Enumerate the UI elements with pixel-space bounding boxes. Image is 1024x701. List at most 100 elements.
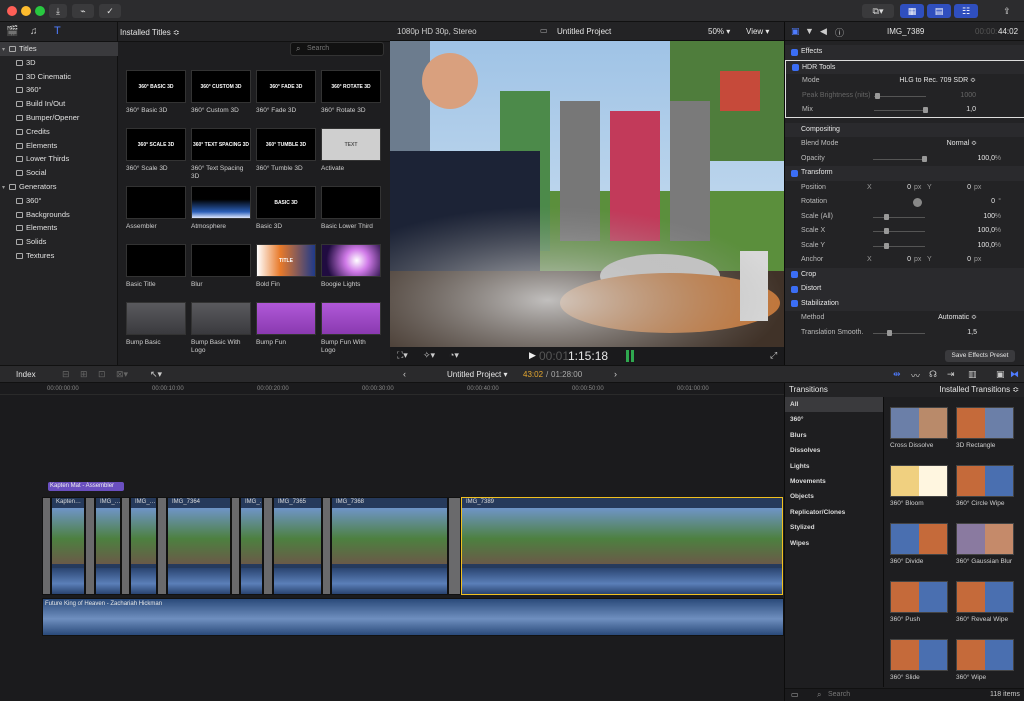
param-value[interactable]: 0 bbox=[991, 195, 995, 210]
param-value[interactable]: 0 bbox=[957, 181, 971, 196]
gap-clip[interactable] bbox=[42, 497, 51, 595]
video-clip[interactable]: IMG_… bbox=[95, 497, 121, 595]
transition-category[interactable]: Wipes bbox=[785, 536, 883, 551]
search-input[interactable]: ⌕ Search bbox=[290, 42, 384, 56]
inspector-section[interactable]: Stabilization bbox=[785, 296, 1024, 311]
snapping-icon[interactable]: ⇥ bbox=[947, 369, 955, 380]
title-tile[interactable]: 360° BASIC 3D 360° Basic 3D bbox=[126, 70, 186, 115]
gap-clip[interactable] bbox=[448, 497, 461, 595]
title-tile[interactable]: Basic Title bbox=[126, 244, 186, 289]
sidebar-item[interactable]: Build In/Out bbox=[0, 97, 118, 111]
inspector-param[interactable]: Translation Smooth. 1,5 bbox=[785, 326, 1024, 341]
workspace-button[interactable]: ⧉▾ bbox=[862, 4, 894, 18]
title-tile[interactable]: BASIC 3D Basic 3D bbox=[256, 186, 316, 231]
sidebar-item[interactable]: ▾ Titles bbox=[0, 42, 118, 56]
slider-knob[interactable] bbox=[884, 228, 889, 234]
slider-knob[interactable] bbox=[921, 155, 927, 162]
sidebar-item[interactable]: Lower Thirds bbox=[0, 152, 118, 166]
inspector-section[interactable]: HDR Tools bbox=[785, 59, 1024, 74]
title-tile[interactable]: Bump Basic With Logo bbox=[191, 302, 251, 355]
transition-category[interactable]: Replicator/Clones bbox=[785, 505, 883, 520]
param-value[interactable]: 0 bbox=[897, 253, 911, 268]
insert-clip-icon[interactable]: ⊞ bbox=[80, 369, 88, 380]
inspector-toggle-button[interactable]: ☷ bbox=[954, 4, 978, 18]
zoom-select[interactable]: 50% ▾ bbox=[708, 27, 730, 36]
checkbox[interactable] bbox=[791, 285, 798, 293]
rotation-dial[interactable] bbox=[913, 198, 922, 207]
video-clip[interactable]: Kapten… bbox=[51, 497, 85, 595]
checkbox[interactable] bbox=[791, 271, 798, 278]
transition-tile[interactable]: 360° Push bbox=[890, 581, 948, 624]
slider-knob[interactable] bbox=[884, 213, 889, 220]
color-inspector-icon[interactable]: ▼ bbox=[805, 26, 814, 36]
title-tile[interactable]: 360° ROTATE 3D 360° Rotate 3D bbox=[321, 70, 381, 115]
titles-generators-icon[interactable]: T bbox=[54, 25, 61, 37]
transition-tile[interactable]: 360° Divide bbox=[890, 523, 948, 566]
title-tile[interactable]: TEXT Activate bbox=[321, 128, 381, 173]
param-slider[interactable] bbox=[873, 158, 925, 160]
fullscreen-icon[interactable]: ⤢ bbox=[770, 350, 777, 361]
gap-clip[interactable] bbox=[231, 497, 240, 595]
inspector-param[interactable]: Blend Mode Normal ≎ bbox=[785, 137, 1024, 152]
param-slider[interactable] bbox=[873, 332, 925, 334]
param-value[interactable]: 100,0 bbox=[977, 224, 995, 239]
overwrite-clip-icon[interactable]: ⊠▾ bbox=[116, 369, 128, 380]
slider-knob[interactable] bbox=[874, 92, 880, 99]
param-value[interactable]: 1000 bbox=[960, 89, 976, 104]
slider-knob[interactable] bbox=[922, 107, 928, 113]
transition-tile[interactable]: 360° Wipe bbox=[956, 639, 1014, 682]
slider-knob[interactable] bbox=[886, 329, 892, 336]
zoom-window-button[interactable] bbox=[35, 6, 45, 16]
transition-tile[interactable]: Cross Dissolve bbox=[890, 407, 948, 450]
browser-title[interactable]: Installed Titles ≎ bbox=[120, 28, 180, 37]
inspector-section[interactable]: Compositing bbox=[785, 122, 1024, 137]
inspector-param[interactable]: Rotation 0 ° bbox=[785, 195, 1024, 210]
timecode-display[interactable]: 1:15:18 bbox=[568, 349, 608, 363]
select-tool-icon[interactable]: ↖▾ bbox=[150, 369, 162, 380]
background-tasks-button[interactable]: ✓ bbox=[99, 4, 121, 18]
title-tile[interactable]: Atmosphere bbox=[191, 186, 251, 231]
transition-tile[interactable]: 3D Rectangle bbox=[956, 407, 1014, 450]
title-tile[interactable]: Bump Basic bbox=[126, 302, 186, 347]
play-button[interactable]: ▶ bbox=[529, 350, 536, 361]
sidebar-toggle-icon[interactable]: ▭ bbox=[791, 690, 799, 699]
transition-category[interactable]: Movements bbox=[785, 474, 883, 489]
transition-category[interactable]: All bbox=[785, 397, 883, 413]
transitions-browser-icon[interactable]: ⧓ bbox=[1010, 369, 1019, 380]
append-clip-icon[interactable]: ⊡ bbox=[98, 369, 106, 380]
param-value[interactable]: 1,0 bbox=[966, 103, 976, 118]
sidebar-item[interactable]: Solids bbox=[0, 235, 118, 249]
inspector-section[interactable]: Effects bbox=[785, 45, 1024, 60]
sidebar-item[interactable]: Textures bbox=[0, 249, 118, 263]
inspector-param[interactable]: Mix 1,0 bbox=[785, 103, 1024, 118]
browser-toggle-button[interactable]: ▦ bbox=[900, 4, 924, 18]
audio-skimming-icon[interactable]: 〰 bbox=[911, 369, 920, 382]
video-clip[interactable]: IMG_7368 bbox=[331, 497, 448, 595]
installed-transitions-menu[interactable]: Installed Transitions ≎ bbox=[883, 383, 1024, 397]
param-slider[interactable] bbox=[873, 231, 925, 232]
checkbox[interactable] bbox=[791, 300, 798, 307]
param-slider[interactable] bbox=[873, 245, 925, 247]
inspector-param[interactable]: Peak Brightness (nits) 1000 bbox=[785, 88, 1024, 104]
audio-inspector-icon[interactable]: ◀ bbox=[820, 26, 827, 37]
param-value[interactable]: 0 bbox=[957, 253, 971, 268]
solo-icon[interactable]: ☊ bbox=[929, 369, 937, 380]
param-value[interactable]: HLG to Rec. 709 SDR ≎ bbox=[899, 74, 976, 89]
connect-clip-icon[interactable]: ⊟ bbox=[62, 369, 70, 380]
title-tile[interactable]: 360° CUSTOM 3D 360° Custom 3D bbox=[191, 70, 251, 115]
inspector-section[interactable]: Distort bbox=[785, 282, 1024, 297]
sidebar-item[interactable]: Bumper/Opener bbox=[0, 111, 118, 125]
title-tile[interactable]: Bump Fun bbox=[256, 302, 316, 347]
checkbox[interactable] bbox=[791, 169, 798, 177]
title-tile[interactable]: TITLE Bold Fin bbox=[256, 244, 316, 289]
timeline-forward-icon[interactable]: › bbox=[614, 369, 617, 379]
slider-knob[interactable] bbox=[884, 242, 889, 249]
param-slider[interactable] bbox=[874, 95, 926, 97]
title-tile[interactable]: Boogie Lights bbox=[321, 244, 381, 289]
libraries-icon[interactable]: 🎬 bbox=[6, 26, 18, 37]
title-tile[interactable]: 360° TEXT SPACING 3D 360° Text Spacing 3D bbox=[191, 128, 251, 181]
sidebar-item[interactable]: 360° bbox=[0, 83, 118, 97]
gap-clip[interactable] bbox=[157, 497, 167, 595]
transition-tile[interactable]: 360° Bloom bbox=[890, 465, 948, 508]
keywords-button[interactable]: ⌁ bbox=[72, 4, 94, 18]
